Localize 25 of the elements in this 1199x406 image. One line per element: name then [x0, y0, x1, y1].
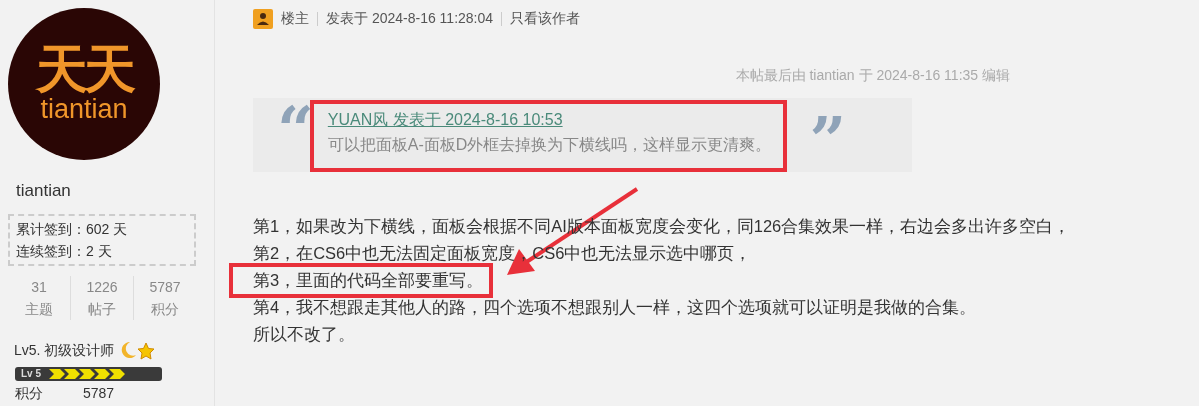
level-bar: Lv 5: [15, 366, 162, 381]
edit-note: 本帖最后由 tiantian 于 2024-8-16 11:35 编辑: [734, 66, 1010, 85]
stat-value[interactable]: 1226: [71, 275, 133, 298]
avatar-logo: 天天 tiantian: [8, 8, 160, 160]
quote-source-link[interactable]: YUAN风 发表于 2024-8-16 10:53: [327, 111, 563, 128]
user-icon: [253, 8, 273, 29]
post-line: 所以不改了。: [253, 324, 355, 345]
points-label: 积分: [15, 384, 43, 401]
stat-label[interactable]: 积分: [134, 297, 196, 320]
signin-stat: 连续签到：2 天: [16, 241, 113, 261]
user-rank: Lv5. 初级设计师: [14, 340, 115, 360]
post-line: 第4，我不想跟走其他人的路，四个选项不想跟别人一样，这四个选项就可以证明是我做的合集。: [253, 297, 977, 318]
quote-mark: “: [277, 98, 314, 169]
stat-label[interactable]: 主题: [8, 297, 70, 320]
quote-text: 可以把面板A-面板D外框去掉换为下横线吗，这样显示更清爽。: [327, 135, 772, 155]
username[interactable]: tiantian: [16, 178, 214, 204]
author-tag: 楼主: [281, 8, 309, 29]
only-author-link[interactable]: 只看该作者: [510, 8, 581, 29]
stat-value[interactable]: 31: [8, 275, 70, 298]
stat-value[interactable]: 5787: [134, 275, 196, 298]
post-time: 发表于 2024-8-16 11:28:04: [326, 9, 494, 28]
stat-label[interactable]: 帖子: [71, 297, 133, 320]
signin-stat: 累计签到：602 天: [16, 219, 129, 239]
quote-mark: ”: [809, 108, 847, 172]
points-value: 5787: [83, 384, 115, 401]
